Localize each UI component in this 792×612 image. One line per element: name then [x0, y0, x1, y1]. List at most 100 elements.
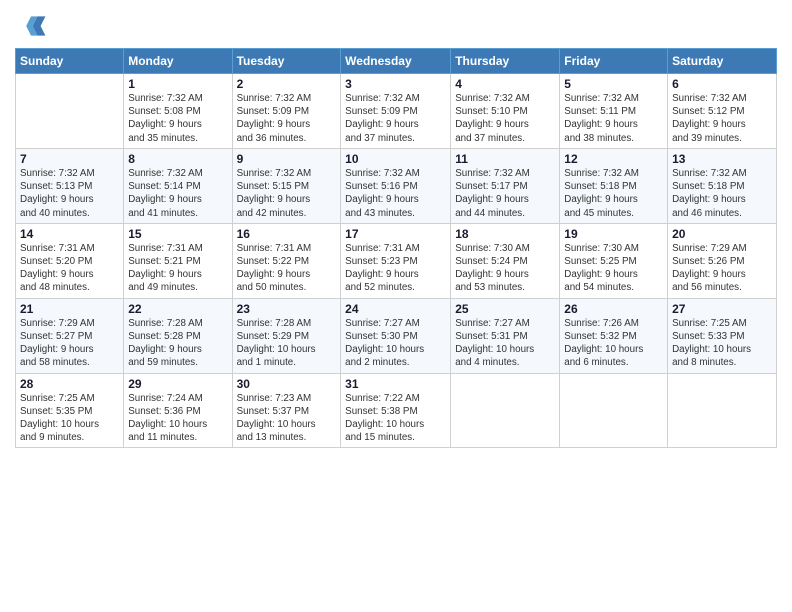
calendar-cell: 7Sunrise: 7:32 AM Sunset: 5:13 PM Daylig…	[16, 148, 124, 223]
day-info: Sunrise: 7:22 AM Sunset: 5:38 PM Dayligh…	[345, 392, 446, 445]
calendar-table: SundayMondayTuesdayWednesdayThursdayFrid…	[15, 48, 777, 448]
day-number: 19	[564, 227, 663, 241]
calendar-cell: 4Sunrise: 7:32 AM Sunset: 5:10 PM Daylig…	[451, 74, 560, 149]
day-info: Sunrise: 7:32 AM Sunset: 5:12 PM Dayligh…	[672, 92, 772, 145]
col-header-tuesday: Tuesday	[232, 49, 341, 74]
calendar-cell: 22Sunrise: 7:28 AM Sunset: 5:28 PM Dayli…	[124, 298, 232, 373]
calendar-cell: 8Sunrise: 7:32 AM Sunset: 5:14 PM Daylig…	[124, 148, 232, 223]
day-info: Sunrise: 7:26 AM Sunset: 5:32 PM Dayligh…	[564, 317, 663, 370]
day-number: 16	[237, 227, 337, 241]
calendar-cell: 1Sunrise: 7:32 AM Sunset: 5:08 PM Daylig…	[124, 74, 232, 149]
calendar-cell: 9Sunrise: 7:32 AM Sunset: 5:15 PM Daylig…	[232, 148, 341, 223]
day-info: Sunrise: 7:27 AM Sunset: 5:30 PM Dayligh…	[345, 317, 446, 370]
calendar-cell: 30Sunrise: 7:23 AM Sunset: 5:37 PM Dayli…	[232, 373, 341, 448]
day-number: 28	[20, 377, 119, 391]
day-info: Sunrise: 7:28 AM Sunset: 5:28 PM Dayligh…	[128, 317, 227, 370]
day-number: 4	[455, 77, 555, 91]
calendar-cell: 23Sunrise: 7:28 AM Sunset: 5:29 PM Dayli…	[232, 298, 341, 373]
calendar-cell	[451, 373, 560, 448]
day-number: 24	[345, 302, 446, 316]
col-header-monday: Monday	[124, 49, 232, 74]
calendar-cell: 16Sunrise: 7:31 AM Sunset: 5:22 PM Dayli…	[232, 223, 341, 298]
col-header-wednesday: Wednesday	[341, 49, 451, 74]
calendar-cell: 6Sunrise: 7:32 AM Sunset: 5:12 PM Daylig…	[668, 74, 777, 149]
day-number: 5	[564, 77, 663, 91]
day-info: Sunrise: 7:23 AM Sunset: 5:37 PM Dayligh…	[237, 392, 337, 445]
day-info: Sunrise: 7:32 AM Sunset: 5:10 PM Dayligh…	[455, 92, 555, 145]
calendar-cell: 25Sunrise: 7:27 AM Sunset: 5:31 PM Dayli…	[451, 298, 560, 373]
day-info: Sunrise: 7:30 AM Sunset: 5:25 PM Dayligh…	[564, 242, 663, 295]
logo-icon	[15, 10, 47, 42]
day-number: 18	[455, 227, 555, 241]
day-number: 31	[345, 377, 446, 391]
day-info: Sunrise: 7:29 AM Sunset: 5:26 PM Dayligh…	[672, 242, 772, 295]
calendar-cell: 28Sunrise: 7:25 AM Sunset: 5:35 PM Dayli…	[16, 373, 124, 448]
day-info: Sunrise: 7:31 AM Sunset: 5:20 PM Dayligh…	[20, 242, 119, 295]
calendar-week-row: 14Sunrise: 7:31 AM Sunset: 5:20 PM Dayli…	[16, 223, 777, 298]
calendar-cell: 10Sunrise: 7:32 AM Sunset: 5:16 PM Dayli…	[341, 148, 451, 223]
day-number: 8	[128, 152, 227, 166]
day-number: 2	[237, 77, 337, 91]
day-number: 21	[20, 302, 119, 316]
calendar-week-row: 21Sunrise: 7:29 AM Sunset: 5:27 PM Dayli…	[16, 298, 777, 373]
header	[15, 10, 777, 42]
day-info: Sunrise: 7:31 AM Sunset: 5:22 PM Dayligh…	[237, 242, 337, 295]
calendar-week-row: 7Sunrise: 7:32 AM Sunset: 5:13 PM Daylig…	[16, 148, 777, 223]
calendar-cell	[668, 373, 777, 448]
calendar-cell: 17Sunrise: 7:31 AM Sunset: 5:23 PM Dayli…	[341, 223, 451, 298]
calendar-cell: 12Sunrise: 7:32 AM Sunset: 5:18 PM Dayli…	[560, 148, 668, 223]
day-number: 1	[128, 77, 227, 91]
day-info: Sunrise: 7:32 AM Sunset: 5:14 PM Dayligh…	[128, 167, 227, 220]
calendar-cell: 2Sunrise: 7:32 AM Sunset: 5:09 PM Daylig…	[232, 74, 341, 149]
calendar-cell: 21Sunrise: 7:29 AM Sunset: 5:27 PM Dayli…	[16, 298, 124, 373]
col-header-saturday: Saturday	[668, 49, 777, 74]
day-number: 12	[564, 152, 663, 166]
main-container: SundayMondayTuesdayWednesdayThursdayFrid…	[0, 0, 792, 458]
calendar-cell: 26Sunrise: 7:26 AM Sunset: 5:32 PM Dayli…	[560, 298, 668, 373]
day-info: Sunrise: 7:27 AM Sunset: 5:31 PM Dayligh…	[455, 317, 555, 370]
calendar-cell: 3Sunrise: 7:32 AM Sunset: 5:09 PM Daylig…	[341, 74, 451, 149]
calendar-cell: 13Sunrise: 7:32 AM Sunset: 5:18 PM Dayli…	[668, 148, 777, 223]
calendar-cell: 29Sunrise: 7:24 AM Sunset: 5:36 PM Dayli…	[124, 373, 232, 448]
day-number: 23	[237, 302, 337, 316]
day-number: 29	[128, 377, 227, 391]
day-info: Sunrise: 7:31 AM Sunset: 5:21 PM Dayligh…	[128, 242, 227, 295]
day-info: Sunrise: 7:32 AM Sunset: 5:17 PM Dayligh…	[455, 167, 555, 220]
day-number: 9	[237, 152, 337, 166]
col-header-thursday: Thursday	[451, 49, 560, 74]
day-info: Sunrise: 7:25 AM Sunset: 5:35 PM Dayligh…	[20, 392, 119, 445]
calendar-cell	[16, 74, 124, 149]
logo	[15, 10, 51, 42]
day-info: Sunrise: 7:32 AM Sunset: 5:13 PM Dayligh…	[20, 167, 119, 220]
day-info: Sunrise: 7:29 AM Sunset: 5:27 PM Dayligh…	[20, 317, 119, 370]
day-number: 14	[20, 227, 119, 241]
day-info: Sunrise: 7:30 AM Sunset: 5:24 PM Dayligh…	[455, 242, 555, 295]
day-number: 15	[128, 227, 227, 241]
calendar-header-row: SundayMondayTuesdayWednesdayThursdayFrid…	[16, 49, 777, 74]
calendar-cell: 5Sunrise: 7:32 AM Sunset: 5:11 PM Daylig…	[560, 74, 668, 149]
day-number: 20	[672, 227, 772, 241]
day-info: Sunrise: 7:32 AM Sunset: 5:16 PM Dayligh…	[345, 167, 446, 220]
day-number: 17	[345, 227, 446, 241]
calendar-cell	[560, 373, 668, 448]
calendar-week-row: 28Sunrise: 7:25 AM Sunset: 5:35 PM Dayli…	[16, 373, 777, 448]
calendar-cell: 20Sunrise: 7:29 AM Sunset: 5:26 PM Dayli…	[668, 223, 777, 298]
day-info: Sunrise: 7:32 AM Sunset: 5:15 PM Dayligh…	[237, 167, 337, 220]
day-number: 6	[672, 77, 772, 91]
calendar-cell: 27Sunrise: 7:25 AM Sunset: 5:33 PM Dayli…	[668, 298, 777, 373]
day-number: 30	[237, 377, 337, 391]
calendar-cell: 14Sunrise: 7:31 AM Sunset: 5:20 PM Dayli…	[16, 223, 124, 298]
day-info: Sunrise: 7:25 AM Sunset: 5:33 PM Dayligh…	[672, 317, 772, 370]
calendar-week-row: 1Sunrise: 7:32 AM Sunset: 5:08 PM Daylig…	[16, 74, 777, 149]
day-number: 26	[564, 302, 663, 316]
day-number: 7	[20, 152, 119, 166]
day-info: Sunrise: 7:28 AM Sunset: 5:29 PM Dayligh…	[237, 317, 337, 370]
day-info: Sunrise: 7:32 AM Sunset: 5:08 PM Dayligh…	[128, 92, 227, 145]
day-number: 13	[672, 152, 772, 166]
calendar-cell: 24Sunrise: 7:27 AM Sunset: 5:30 PM Dayli…	[341, 298, 451, 373]
day-number: 3	[345, 77, 446, 91]
day-info: Sunrise: 7:32 AM Sunset: 5:09 PM Dayligh…	[237, 92, 337, 145]
calendar-cell: 11Sunrise: 7:32 AM Sunset: 5:17 PM Dayli…	[451, 148, 560, 223]
day-info: Sunrise: 7:31 AM Sunset: 5:23 PM Dayligh…	[345, 242, 446, 295]
calendar-cell: 18Sunrise: 7:30 AM Sunset: 5:24 PM Dayli…	[451, 223, 560, 298]
